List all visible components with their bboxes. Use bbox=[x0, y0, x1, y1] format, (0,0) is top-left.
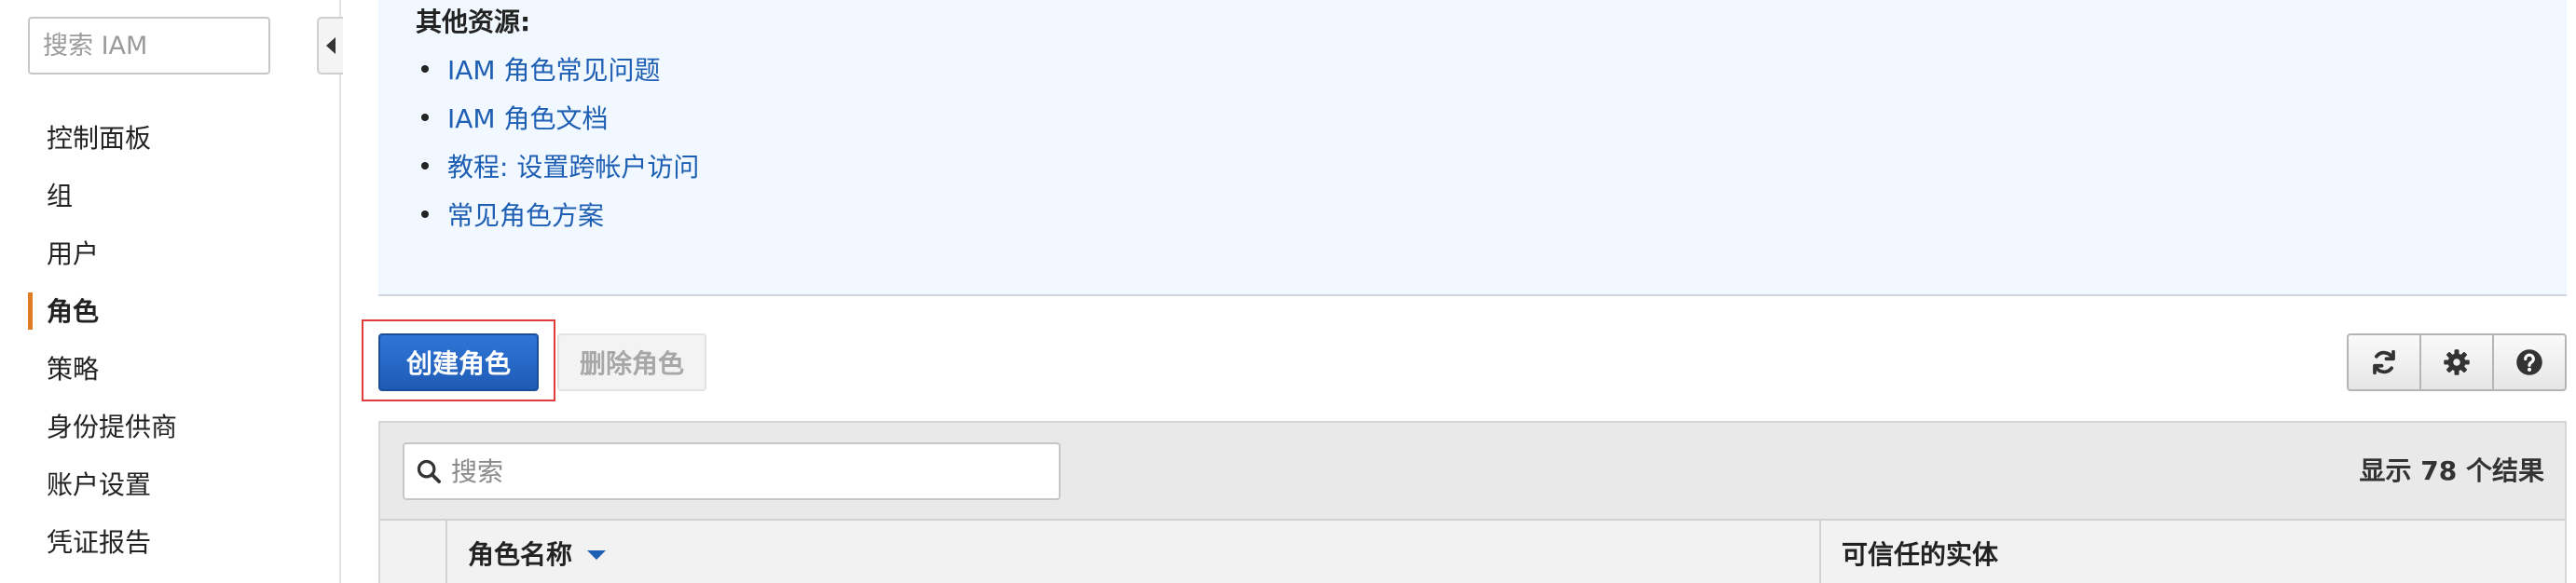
resource-link-docs[interactable]: IAM 角色文档 bbox=[447, 99, 608, 136]
list-item: 教程: 设置跨帐户访问 bbox=[416, 142, 699, 190]
search-icon bbox=[417, 459, 441, 483]
sidebar-item-groups[interactable]: 组 bbox=[0, 166, 341, 224]
list-item: 常见角色方案 bbox=[416, 190, 699, 238]
sidebar-item-dashboard[interactable]: 控制面板 bbox=[0, 108, 341, 166]
sidebar-item-identity-providers[interactable]: 身份提供商 bbox=[0, 397, 341, 454]
sidebar-collapse-button[interactable] bbox=[317, 17, 343, 75]
sidebar-item-users[interactable]: 用户 bbox=[0, 224, 341, 281]
resource-link-scenarios[interactable]: 常见角色方案 bbox=[447, 196, 604, 233]
table-search bbox=[403, 442, 1061, 500]
gear-icon bbox=[2444, 349, 2470, 375]
bullet-icon bbox=[421, 210, 429, 218]
bullet-icon bbox=[421, 65, 429, 73]
bullet-icon bbox=[421, 162, 429, 169]
refresh-icon bbox=[2373, 349, 2395, 375]
sidebar-item-label: 账户设置 bbox=[47, 469, 152, 500]
sidebar-item-policies[interactable]: 策略 bbox=[0, 339, 341, 397]
sidebar-item-label: 凭证报告 bbox=[47, 527, 152, 558]
roles-table: 显示 78 个结果 角色名称 可信任的实体 bbox=[378, 421, 2567, 583]
resource-link-tutorial[interactable]: 教程: 设置跨帐户访问 bbox=[447, 147, 699, 184]
sidebar-item-label: 用户 bbox=[47, 238, 100, 269]
sort-desc-icon bbox=[587, 549, 607, 560]
sidebar: 控制面板 组 用户 角色 策略 身份提供商 账户设置 凭证报告 bbox=[0, 0, 343, 583]
sidebar-item-roles[interactable]: 角色 bbox=[0, 281, 341, 339]
resources-title: 其他资源: bbox=[416, 7, 531, 37]
sidebar-item-label: 组 bbox=[47, 181, 74, 211]
sidebar-item-label: 控制面板 bbox=[47, 123, 152, 154]
list-item: IAM 角色文档 bbox=[416, 93, 699, 142]
sidebar-item-account-settings[interactable]: 账户设置 bbox=[0, 454, 341, 512]
bullet-icon bbox=[421, 114, 429, 121]
sidebar-nav: 控制面板 组 用户 角色 策略 身份提供商 账户设置 凭证报告 bbox=[0, 108, 341, 570]
refresh-button[interactable] bbox=[2349, 335, 2421, 389]
sidebar-item-label: 策略 bbox=[47, 354, 100, 385]
settings-button[interactable] bbox=[2421, 335, 2494, 389]
help-icon bbox=[2516, 349, 2542, 375]
resources-list: IAM 角色常见问题 IAM 角色文档 教程: 设置跨帐户访问 常见角色方案 bbox=[416, 45, 699, 238]
table-actions-group bbox=[2347, 333, 2567, 391]
caret-left-icon bbox=[326, 37, 336, 54]
sidebar-item-label: 身份提供商 bbox=[47, 412, 178, 442]
list-item: IAM 角色常见问题 bbox=[416, 45, 699, 93]
resource-link-faq[interactable]: IAM 角色常见问题 bbox=[447, 50, 660, 88]
select-column-header bbox=[380, 521, 447, 583]
additional-resources-panel: 其他资源: IAM 角色常见问题 IAM 角色文档 教程: 设置跨帐户访问 常见… bbox=[378, 0, 2567, 296]
delete-role-button[interactable]: 删除角色 bbox=[557, 333, 706, 391]
help-button[interactable] bbox=[2494, 335, 2565, 389]
sidebar-search-input[interactable] bbox=[28, 17, 270, 75]
result-count: 显示 78 个结果 bbox=[2359, 455, 2544, 486]
table-header: 角色名称 可信任的实体 bbox=[380, 519, 2565, 583]
column-header-label: 可信任的实体 bbox=[1842, 538, 1999, 570]
column-header-trusted-entities[interactable]: 可信任的实体 bbox=[1821, 521, 2565, 583]
create-role-button[interactable]: 创建角色 bbox=[378, 333, 539, 391]
table-search-input[interactable] bbox=[451, 455, 1048, 487]
column-header-role-name[interactable]: 角色名称 bbox=[447, 521, 1821, 583]
column-header-label: 角色名称 bbox=[468, 538, 573, 570]
sidebar-item-credential-report[interactable]: 凭证报告 bbox=[0, 512, 341, 570]
sidebar-item-label: 角色 bbox=[47, 296, 100, 327]
